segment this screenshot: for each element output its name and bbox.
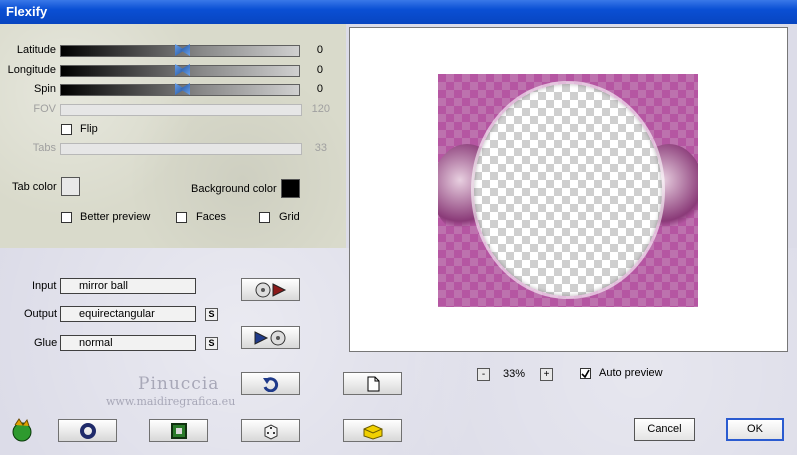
reset-button[interactable]	[241, 372, 300, 395]
preview-circle	[474, 84, 662, 296]
output-select[interactable]: equirectangular	[60, 306, 196, 322]
longitude-slider[interactable]	[60, 64, 300, 77]
background-color-swatch[interactable]	[281, 179, 300, 198]
app-logo-icon	[9, 417, 35, 443]
slider-value: 0	[316, 64, 323, 76]
input-select[interactable]: mirror ball	[60, 278, 196, 294]
play-disc-icon	[254, 330, 285, 345]
title-bar: Flexify	[0, 0, 797, 24]
slider-label: Longitude	[7, 64, 56, 76]
slider-label: Tabs	[32, 142, 56, 154]
grid-checkbox[interactable]	[259, 212, 270, 223]
slider-value: 120	[311, 103, 330, 115]
latitude-slider[interactable]	[60, 44, 300, 57]
input-label: Input	[32, 280, 57, 292]
load-output-button[interactable]	[241, 326, 300, 349]
disc-play-icon	[255, 282, 286, 297]
checkmark-icon	[581, 369, 590, 378]
fov-slider	[60, 104, 302, 116]
slider-thumb[interactable]	[180, 83, 190, 95]
window-title: Flexify	[6, 4, 48, 19]
faces-checkbox[interactable]	[176, 212, 187, 223]
background-color-label: Background color	[191, 183, 277, 195]
circle-button[interactable]	[58, 419, 117, 442]
tab-color-label: Tab color	[12, 181, 57, 193]
preview-image	[438, 74, 698, 307]
new-document-button[interactable]	[343, 372, 402, 395]
flip-label: Flip	[80, 123, 98, 135]
about-button[interactable]	[343, 419, 402, 442]
slider-label: Latitude	[16, 44, 56, 56]
watermark-url: www.maidiregrafica.eu	[106, 395, 236, 408]
glue-select[interactable]: normal	[60, 335, 196, 351]
tabs-slider	[60, 143, 302, 155]
load-input-button[interactable]	[241, 278, 300, 301]
square-icon	[170, 422, 187, 439]
tab-color-swatch[interactable]	[61, 177, 80, 196]
watermark-title: Pinuccia	[138, 374, 220, 394]
ok-button[interactable]: OK	[726, 418, 784, 441]
output-s-button[interactable]: S	[205, 308, 218, 321]
zoom-in-button[interactable]: +	[540, 368, 553, 381]
slider-value: 0	[316, 83, 323, 95]
flip-checkbox[interactable]	[61, 124, 72, 135]
document-icon	[367, 376, 379, 391]
zoom-value: 33%	[503, 368, 526, 380]
undo-icon	[262, 376, 278, 392]
ring-icon	[79, 422, 96, 439]
glue-s-button[interactable]: S	[205, 337, 218, 350]
cancel-button[interactable]: Cancel	[634, 418, 695, 441]
grid-label: Grid	[279, 211, 300, 223]
slider-label: Spin	[33, 83, 56, 95]
spin-slider[interactable]	[60, 83, 300, 96]
auto-preview-checkbox[interactable]	[580, 368, 591, 379]
slider-thumb[interactable]	[180, 44, 190, 56]
square-button[interactable]	[149, 419, 208, 442]
output-label: Output	[24, 308, 58, 320]
slider-value: 0	[316, 44, 323, 56]
random-button[interactable]	[241, 419, 300, 442]
slider-thumb[interactable]	[180, 64, 190, 76]
glue-label: Glue	[34, 337, 58, 349]
dice-icon	[264, 423, 277, 440]
slider-value: 33	[314, 142, 327, 154]
better-preview-checkbox[interactable]	[61, 212, 72, 223]
faces-label: Faces	[196, 211, 226, 223]
zoom-out-button[interactable]: -	[477, 368, 490, 381]
slider-label: FOV	[33, 103, 56, 115]
better-preview-label: Better preview	[80, 211, 151, 223]
yellow-box-icon	[363, 423, 382, 440]
auto-preview-label: Auto preview	[599, 367, 663, 379]
